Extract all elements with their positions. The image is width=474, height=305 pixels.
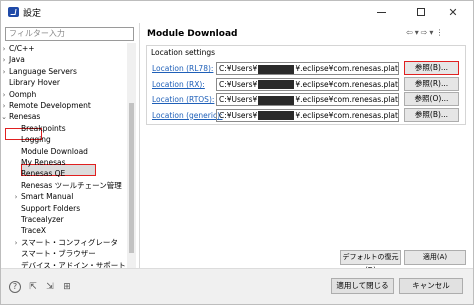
page-title: Module Download	[147, 29, 238, 39]
apply-button[interactable]: 適用(A)	[404, 250, 466, 265]
chevron-down-icon[interactable]: ⌄	[1, 111, 8, 123]
chevron-right-icon[interactable]: ›	[12, 191, 20, 203]
tree-item-label: Support Folders	[21, 203, 81, 213]
tree-item-label: My Renesas	[21, 158, 66, 167]
close-icon: ✕	[448, 5, 458, 19]
location-link[interactable]: Location (generic):	[152, 110, 223, 122]
preferences-tree: › C/C++ › Java › Language Servers Library Hove…	[1, 43, 127, 268]
help-icon[interactable]: ?	[9, 281, 21, 293]
filter-input[interactable]: フィルター入力	[5, 27, 134, 41]
tree-item-label: Remote Development	[9, 101, 91, 110]
page-nav: ⇦ ▾ ⇨ ▾ ⋮	[406, 28, 443, 37]
restore-defaults-button[interactable]: デフォルトの復元(D)	[340, 250, 401, 274]
tree-scrollbar[interactable]	[127, 43, 136, 268]
dialog-footer: ? ⇱ ⇲ ⊞ 適用して閉じる キャンセル	[1, 268, 473, 304]
link-preferences-icon[interactable]: ⊞	[61, 281, 73, 293]
location-settings-group: Location settings Location (RL78): C:¥Use…	[146, 45, 466, 125]
chevron-right-icon[interactable]: ›	[1, 43, 8, 55]
title-bar: 設定 ✕	[1, 1, 473, 23]
location-path-field[interactable]: C:¥Users¥ ¥.eclipse¥com.renesas.platform_…	[216, 108, 399, 122]
tree-item-label: Renesas ツールチェーン管理	[21, 180, 122, 190]
preferences-window: 設定 ✕ フィルター入力 › C/C++ › Java › Language Server…	[0, 0, 474, 305]
close-button[interactable]: ✕	[433, 1, 473, 23]
chevron-right-icon[interactable]: ›	[12, 237, 20, 249]
maximize-icon	[417, 8, 425, 16]
location-link[interactable]: Location (RTOS):	[152, 94, 214, 106]
browse-button[interactable]: 参照(O)...	[404, 92, 459, 106]
path-prefix: C:¥Users¥	[219, 110, 258, 120]
tree-item-label: Smart Manual	[21, 192, 74, 202]
path-prefix: C:¥Users¥	[219, 95, 258, 104]
window-title: 設定	[23, 9, 42, 19]
tree-item-label: Library Hover	[9, 78, 60, 88]
path-prefix: C:¥Users¥	[219, 64, 258, 73]
tree-item-label: C/C++	[9, 44, 35, 53]
tree-item-label: Java	[9, 55, 25, 65]
location-path-field[interactable]: C:¥Users¥ ¥.eclipse¥com.renesas.platform_…	[216, 62, 399, 75]
view-menu-icon[interactable]: ⋮	[435, 28, 443, 37]
location-link[interactable]: Location (RL78):	[152, 63, 213, 75]
forward-arrow-icon[interactable]: ⇨	[421, 28, 428, 37]
tree-item-label: スマート・コンフィグレータ	[21, 237, 118, 247]
path-suffix: ¥.eclipse¥com.renesas.platform_d	[295, 95, 398, 104]
redacted-username	[258, 80, 295, 89]
tree-item-label: Tracealyzer	[21, 215, 64, 224]
redacted-username	[258, 111, 295, 120]
location-path-field[interactable]: C:¥Users¥ ¥.eclipse¥com.renesas.platform_…	[216, 77, 399, 91]
chevron-right-icon[interactable]: ›	[1, 54, 8, 66]
group-label: Location settings	[151, 48, 216, 57]
import-icon[interactable]: ⇱	[27, 281, 39, 293]
preference-page: Module Download ⇦ ▾ ⇨ ▾ ⋮ Location setti…	[140, 23, 473, 274]
chevron-right-icon[interactable]: ›	[1, 66, 8, 78]
redacted-username	[258, 95, 295, 105]
minimize-button[interactable]	[361, 1, 401, 23]
minimize-icon	[376, 11, 386, 13]
path-suffix: ¥.eclipse¥com.renesas.platform_d	[295, 79, 398, 89]
export-icon[interactable]: ⇲	[44, 281, 56, 293]
location-path-field[interactable]: C:¥Users¥ ¥.eclipse¥com.renesas.platform_…	[216, 93, 399, 106]
tree-item-label: Breakpoints	[21, 123, 66, 133]
tree-item-label: Logging	[21, 135, 51, 145]
cancel-button[interactable]: キャンセル	[399, 278, 463, 294]
tree-item-label: Module Download	[21, 146, 88, 156]
tree-item-label: デバイス・アドイン・サポート	[21, 260, 126, 268]
tree-scroll-thumb[interactable]	[129, 103, 134, 253]
browse-button[interactable]: 参照(B)...	[404, 107, 459, 122]
tree-item-label: TraceX	[21, 226, 47, 236]
tree-item-label: Renesas QE	[21, 169, 66, 179]
chevron-right-icon[interactable]: ›	[1, 100, 8, 112]
tree-item-label: Language Servers	[9, 66, 77, 76]
forward-menu-chevron-icon[interactable]: ▾	[429, 28, 433, 37]
chevron-right-icon[interactable]: ›	[1, 89, 8, 101]
preferences-tree-pane: フィルター入力 › C/C++ › Java › Language Servers Libr…	[1, 23, 138, 268]
app-icon	[8, 7, 19, 17]
tree-item-label: Renesas	[9, 112, 41, 122]
redacted-username	[258, 64, 295, 74]
location-link[interactable]: Location (RX):	[152, 79, 205, 91]
back-arrow-icon[interactable]: ⇦	[406, 28, 413, 37]
path-prefix: C:¥Users¥	[219, 79, 258, 89]
browse-button[interactable]: 参照(B)...	[404, 61, 459, 75]
path-suffix: ¥.eclipse¥com.renesas.platform_d	[295, 110, 398, 120]
tree-item-label: Oomph	[9, 89, 37, 99]
tree-item-label: スマート・ブラウザー	[21, 249, 96, 259]
path-suffix: ¥.eclipse¥com.renesas.platform_d	[295, 64, 398, 73]
back-menu-chevron-icon[interactable]: ▾	[415, 28, 419, 37]
apply-and-close-button[interactable]: 適用して閉じる	[331, 278, 394, 294]
browse-button[interactable]: 参照(R)...	[404, 76, 459, 91]
